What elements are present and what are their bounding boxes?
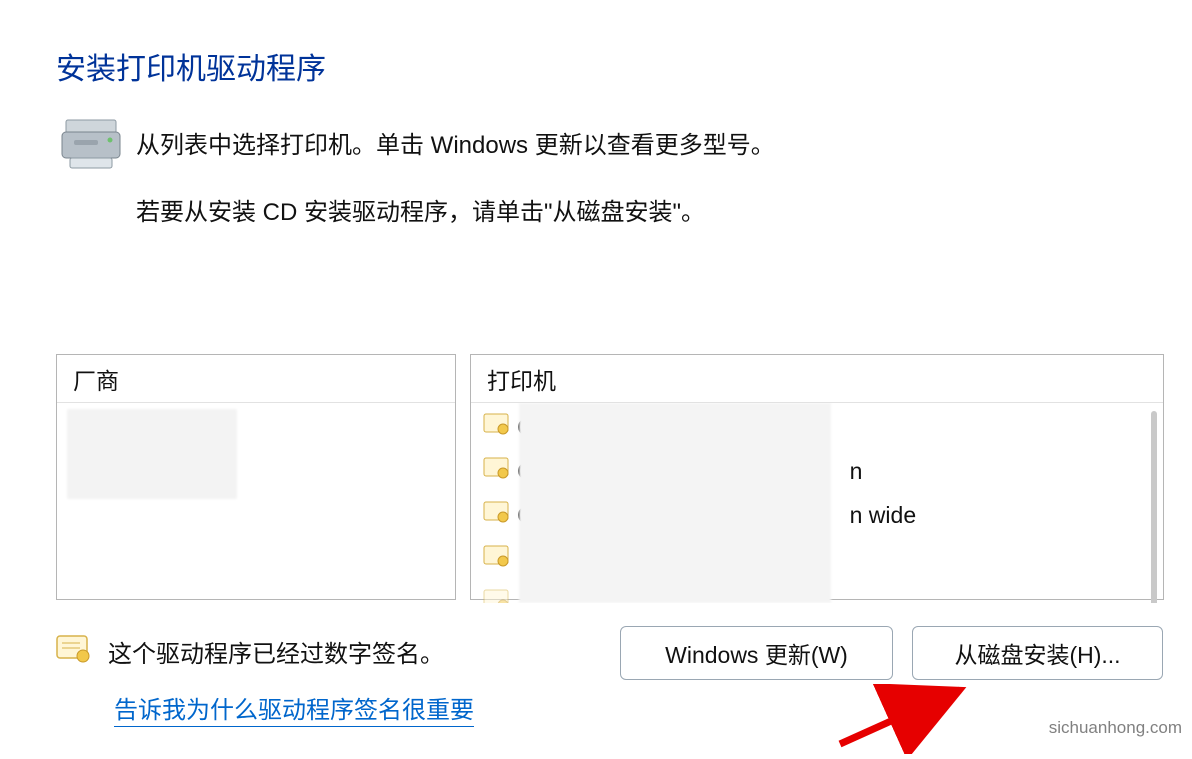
certificate-icon [56,635,90,668]
manufacturer-listbox[interactable]: 厂商 [56,354,456,600]
printer-listbox[interactable]: 打印机 C C n C n wide [470,354,1164,600]
printer-name-suffix: n [850,458,863,485]
certificate-icon [483,457,509,485]
printer-icon [60,118,122,175]
manufacturer-list-redacted [67,409,237,499]
certificate-icon [483,589,509,603]
printer-list-redacted [519,403,831,603]
certificate-icon [483,545,509,573]
signature-text: 这个驱动程序已经过数字签名。 [108,634,444,669]
page-title: 安装打印机驱动程序 [56,44,326,88]
signature-status: 这个驱动程序已经过数字签名。 [56,634,444,669]
printer-name-suffix: n wide [850,502,916,529]
printer-header: 打印机 [471,355,1163,403]
certificate-icon [483,413,509,441]
annotation-arrow-icon [820,684,1020,759]
scrollbar[interactable] [1151,411,1157,603]
printer-list-body: C C n C n wide [471,403,1163,603]
watermark: sichuanhong.com [1049,718,1182,738]
intro-text-line2: 若要从安装 CD 安装驱动程序，请单击"从磁盘安装"。 [136,192,705,227]
intro-text-line1: 从列表中选择打印机。单击 Windows 更新以查看更多型号。 [136,125,775,160]
certificate-icon [483,501,509,529]
install-from-disk-button[interactable]: 从磁盘安装(H)... [912,626,1163,680]
manufacturer-header: 厂商 [57,355,455,403]
signature-importance-link[interactable]: 告诉我为什么驱动程序签名很重要 [114,690,474,727]
windows-update-button[interactable]: Windows 更新(W) [620,626,893,680]
